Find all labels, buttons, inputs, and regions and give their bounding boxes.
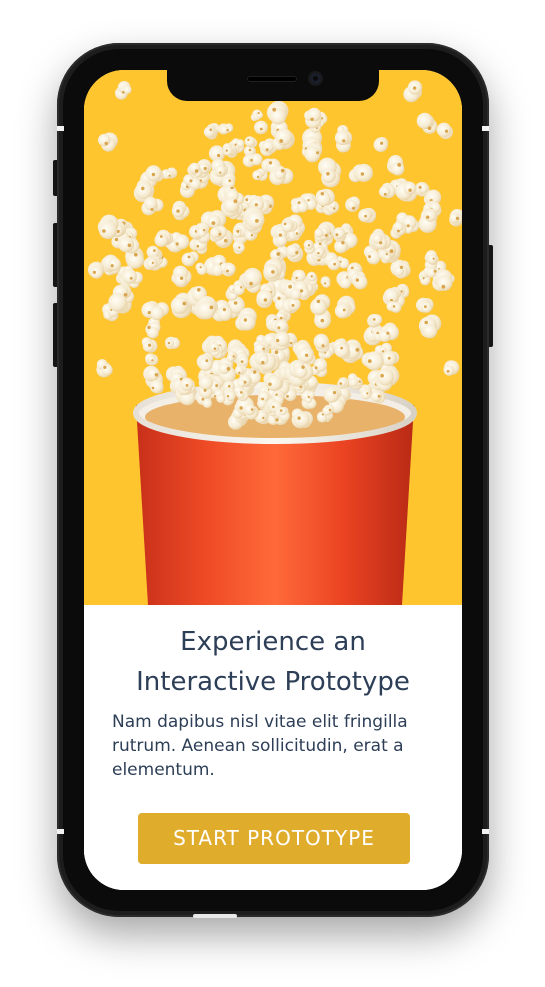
popcorn-kernel <box>334 129 353 153</box>
popcorn-kernel <box>256 289 273 308</box>
phone-frame: Experience an Interactive Prototype Nam … <box>57 43 489 917</box>
mockup-stage: Experience an Interactive Prototype Nam … <box>0 0 545 987</box>
description-text: Nam dapibus nisl vitae elit fringilla ru… <box>112 712 408 780</box>
earpiece-speaker <box>247 76 297 82</box>
popcorn-cup-image <box>84 70 462 605</box>
front-camera <box>310 73 321 84</box>
antenna-line <box>482 829 489 834</box>
notch <box>167 70 379 101</box>
popcorn-kernel <box>165 336 180 350</box>
popcorn-kernel <box>233 280 245 296</box>
antenna-line <box>482 126 489 131</box>
title-line-1: Experience an <box>180 627 366 657</box>
page-title: Experience an Interactive Prototype <box>84 622 462 702</box>
title-line-2: Interactive Prototype <box>136 667 410 697</box>
content-panel: Experience an Interactive Prototype Nam … <box>84 605 462 890</box>
antenna-line <box>57 126 64 131</box>
phone-screen: Experience an Interactive Prototype Nam … <box>84 70 462 890</box>
popcorn-kernel <box>358 207 377 223</box>
bottom-port <box>193 914 237 918</box>
popcorn-kernel <box>149 379 164 394</box>
hero-image <box>84 70 462 605</box>
popcorn-kernel <box>198 375 213 399</box>
popcorn-kernel <box>235 365 247 375</box>
start-prototype-button[interactable]: START PROTOTYPE <box>138 813 410 864</box>
antenna-line <box>57 829 64 834</box>
